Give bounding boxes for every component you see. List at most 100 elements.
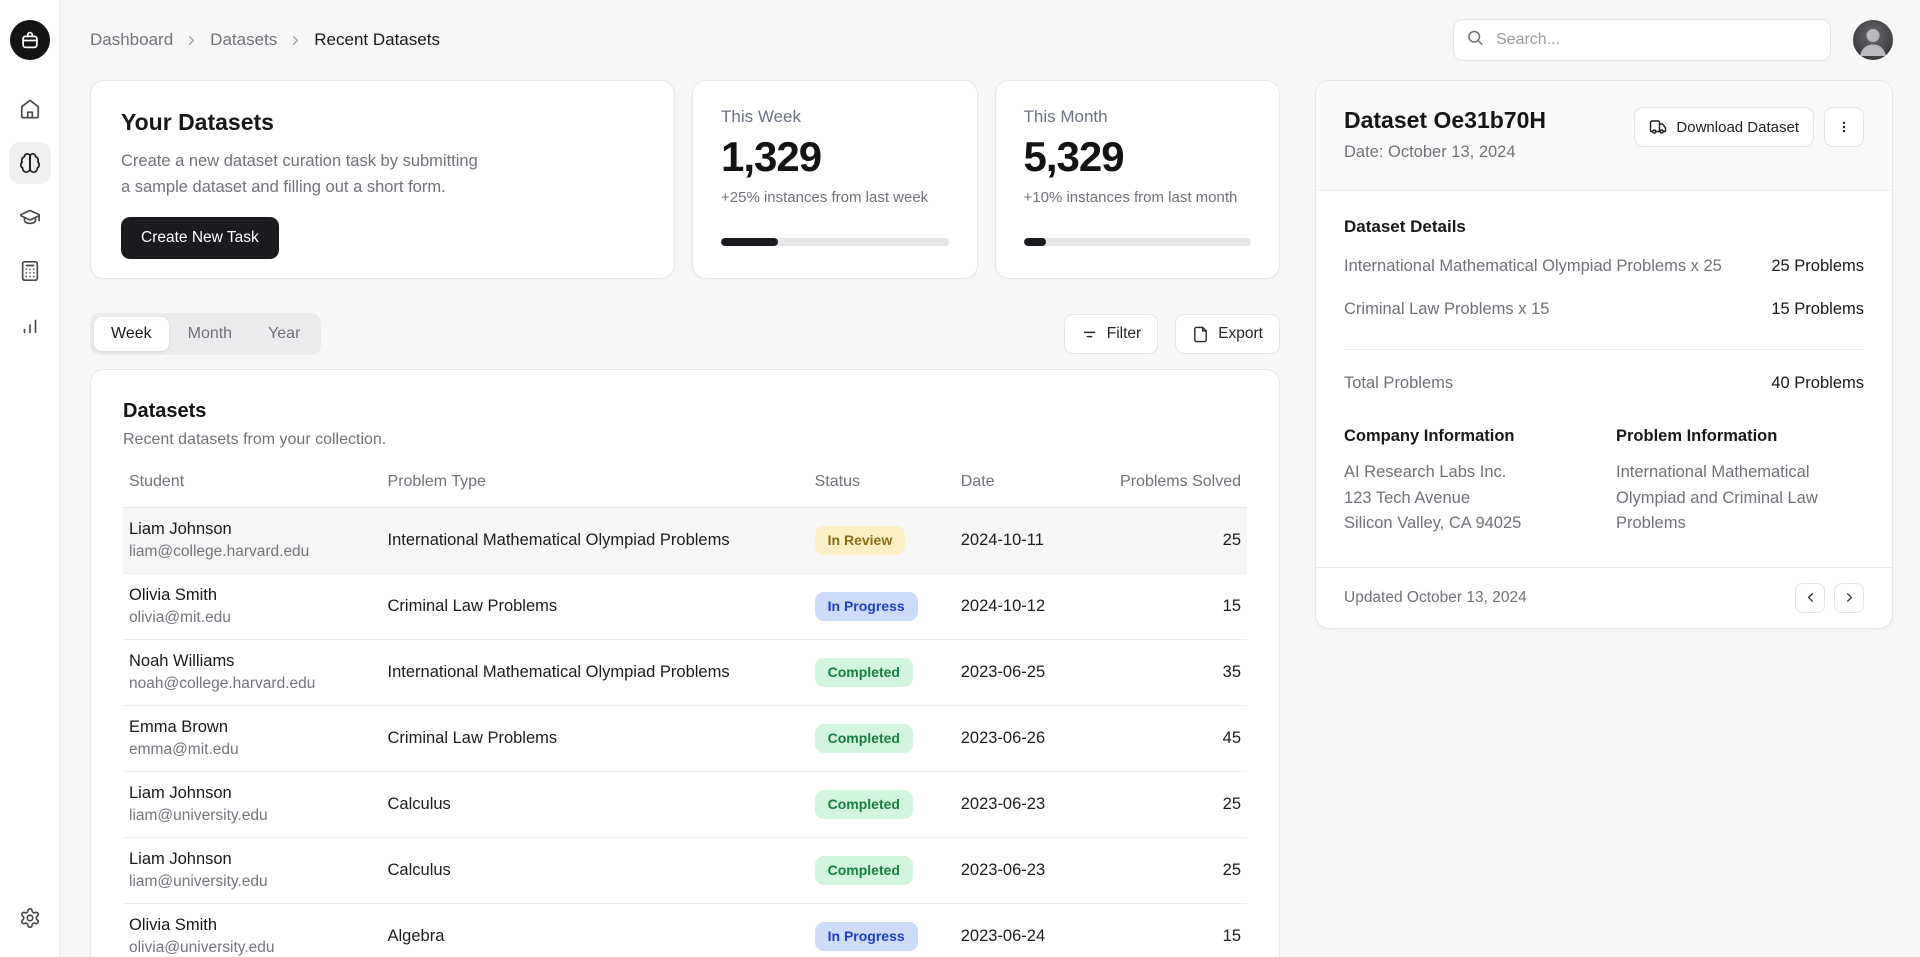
sidebar-item-home[interactable]	[9, 88, 51, 130]
user-avatar[interactable]	[1853, 20, 1893, 60]
updated-timestamp: Updated October 13, 2024	[1344, 589, 1527, 607]
export-button[interactable]: Export	[1175, 314, 1280, 354]
sidebar-item-datasets[interactable]	[9, 142, 51, 184]
problem-type: International Mathematical Olympiad Prob…	[382, 640, 809, 706]
period-tabs: Week Month Year	[90, 313, 321, 355]
panel-footer: Updated October 13, 2024	[1316, 567, 1892, 628]
student-email: liam@university.edu	[129, 807, 382, 825]
filter-button[interactable]: Filter	[1064, 314, 1158, 354]
sidebar-item-settings[interactable]	[9, 897, 51, 939]
table-row[interactable]: Emma Brownemma@mit.edu Criminal Law Prob…	[123, 706, 1247, 772]
brain-icon	[19, 152, 41, 174]
table-row[interactable]: Liam Johnsonliam@university.edu Calculus…	[123, 772, 1247, 838]
chevron-right-icon	[1842, 590, 1857, 605]
download-dataset-label: Download Dataset	[1676, 119, 1799, 136]
calculator-icon	[19, 260, 41, 282]
breadcrumb: Dashboard Datasets Recent Datasets	[90, 30, 440, 50]
tab-month[interactable]: Month	[171, 317, 249, 351]
breadcrumb-item-dashboard[interactable]: Dashboard	[90, 30, 173, 50]
your-datasets-title: Your Datasets	[121, 109, 644, 136]
create-new-task-button[interactable]: Create New Task	[121, 217, 279, 259]
panel-header: Dataset Oe31b70H Date: October 13, 2024 …	[1316, 81, 1892, 191]
stat-label: This Month	[1024, 107, 1252, 127]
stat-value: 5,329	[1024, 133, 1252, 181]
column-header-problem-type: Problem Type	[382, 473, 809, 508]
topbar-right	[1453, 19, 1893, 61]
sidebar-item-learning[interactable]	[9, 196, 51, 238]
status-badge: In Progress	[815, 922, 918, 950]
stat-label: This Week	[721, 107, 949, 127]
breadcrumb-item-datasets[interactable]: Datasets	[210, 30, 277, 50]
problem-type: Criminal Law Problems	[382, 706, 809, 772]
student-name: Liam Johnson	[129, 520, 382, 539]
truck-icon	[1649, 118, 1667, 136]
kebab-menu-icon	[1835, 118, 1853, 136]
app-logo[interactable]	[10, 20, 50, 60]
dataset-detail-panel: Dataset Oe31b70H Date: October 13, 2024 …	[1315, 80, 1893, 629]
status-badge: Completed	[815, 724, 913, 752]
table-row[interactable]: Noah Williamsnoah@college.harvard.edu In…	[123, 640, 1247, 706]
datasets-table-card: Datasets Recent datasets from your colle…	[90, 369, 1280, 957]
problem-type: Criminal Law Problems	[382, 574, 809, 640]
table-header-row: Student Problem Type Status Date Problem…	[123, 473, 1247, 508]
breadcrumb-item-current: Recent Datasets	[314, 30, 440, 50]
app-root: Dashboard Datasets Recent Datasets	[0, 0, 1920, 957]
chevron-left-icon	[1803, 590, 1818, 605]
description-line: a sample dataset and filling out a short…	[121, 174, 644, 200]
date-cell: 2024-10-12	[955, 574, 1107, 640]
panel-header-text: Dataset Oe31b70H Date: October 13, 2024	[1344, 107, 1546, 162]
datasets-table: Student Problem Type Status Date Problem…	[123, 473, 1247, 957]
total-problems-label: Total Problems	[1344, 374, 1453, 393]
your-datasets-card: Your Datasets Create a new dataset curat…	[90, 80, 675, 279]
prev-page-button[interactable]	[1795, 583, 1825, 613]
problems-solved-cell: 15	[1106, 904, 1247, 957]
student-name: Emma Brown	[129, 718, 382, 737]
tab-week[interactable]: Week	[94, 317, 169, 351]
pager	[1795, 583, 1864, 613]
download-dataset-button[interactable]: Download Dataset	[1634, 107, 1814, 147]
problem-information-text: International Mathematical Olympiad and …	[1616, 460, 1864, 537]
filter-label: Filter	[1107, 325, 1141, 343]
status-badge: In Progress	[815, 592, 918, 620]
column-header-problems-solved: Problems Solved	[1106, 473, 1247, 508]
person-icon	[1853, 20, 1893, 60]
total-problems-row: Total Problems 40 Problems	[1344, 350, 1864, 397]
sidebar-item-calculator[interactable]	[9, 250, 51, 292]
more-options-button[interactable]	[1824, 107, 1864, 147]
toolbar: Week Month Year Filter Export	[90, 313, 1280, 355]
topbar: Dashboard Datasets Recent Datasets	[60, 0, 1920, 80]
table-row[interactable]: Liam Johnsonliam@university.edu Calculus…	[123, 838, 1247, 904]
problem-information: Problem Information International Mathem…	[1616, 427, 1864, 537]
search-input[interactable]	[1453, 19, 1831, 61]
date-cell: 2023-06-26	[955, 706, 1107, 772]
status-badge: Completed	[815, 856, 913, 884]
sidebar-item-analytics[interactable]	[9, 304, 51, 346]
next-page-button[interactable]	[1834, 583, 1864, 613]
company-street: 123 Tech Avenue	[1344, 486, 1592, 512]
chevron-right-icon	[288, 33, 303, 48]
tab-year[interactable]: Year	[251, 317, 317, 351]
table-row[interactable]: Olivia Smitholivia@university.edu Algebr…	[123, 904, 1247, 957]
detail-row: Criminal Law Problems x 15 15 Problems	[1344, 288, 1864, 331]
search-box	[1453, 19, 1831, 61]
detail-row: International Mathematical Olympiad Prob…	[1344, 245, 1864, 288]
student-email: noah@college.harvard.edu	[129, 675, 382, 693]
company-information-title: Company Information	[1344, 427, 1592, 446]
status-badge: In Review	[815, 526, 906, 554]
graduation-cap-icon	[19, 206, 41, 228]
bar-chart-icon	[19, 314, 41, 336]
student-email: liam@college.harvard.edu	[129, 543, 382, 561]
stat-value: 1,329	[721, 133, 949, 181]
date-cell: 2023-06-23	[955, 772, 1107, 838]
chevron-right-icon	[184, 33, 199, 48]
table-row[interactable]: Liam Johnson liam@college.harvard.edu Int…	[123, 508, 1247, 574]
progress-fill	[721, 238, 778, 246]
status-badge: Completed	[815, 790, 913, 818]
problem-type: International Mathematical Olympiad Prob…	[382, 508, 809, 574]
panel-body: Dataset Details International Mathematic…	[1316, 191, 1892, 567]
table-subtitle: Recent datasets from your collection.	[123, 431, 1247, 449]
stat-subtext: +10% instances from last month	[1024, 189, 1252, 206]
date-cell: 2023-06-25	[955, 640, 1107, 706]
table-row[interactable]: Olivia Smitholivia@mit.edu Criminal Law …	[123, 574, 1247, 640]
problems-solved-cell: 25	[1106, 772, 1247, 838]
